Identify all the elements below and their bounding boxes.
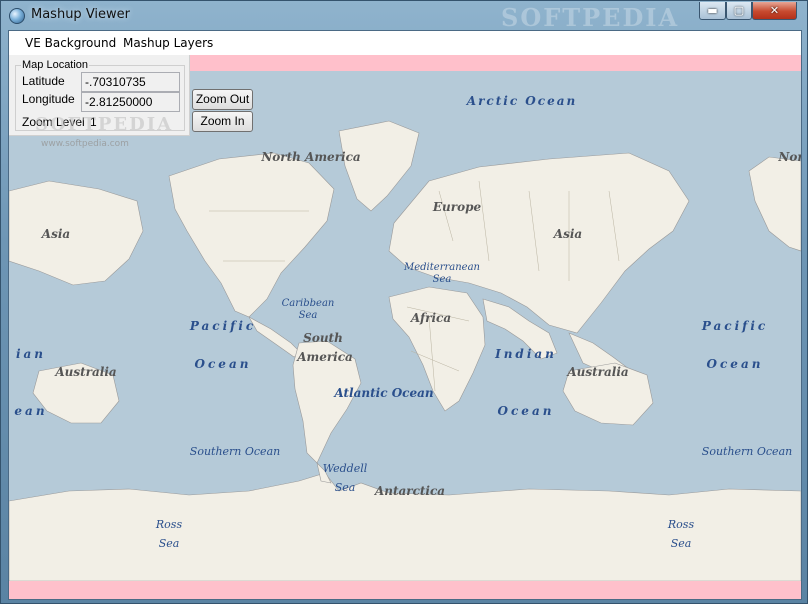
longitude-label: Longitude: [22, 92, 75, 106]
label-mediterranean-2: Sea: [433, 274, 452, 285]
window-title: Mashup Viewer: [31, 7, 131, 22]
label-asia-left: Asia: [41, 227, 70, 241]
label-ross-sea-left-2: Sea: [159, 537, 180, 550]
label-weddell-sea-1: Weddell: [323, 462, 368, 475]
label-indian-ocean-1: Indian: [494, 347, 557, 361]
longitude-field[interactable]: -2.81250000: [81, 92, 180, 112]
land-north-america: [168, 152, 335, 318]
label-indian-partial-2: ean: [14, 404, 47, 418]
label-atlantic-ocean: Atlantic Ocean: [333, 386, 433, 400]
label-ross-sea-right-1: Ross: [667, 518, 695, 531]
land-greenland: [338, 120, 420, 212]
softpedia-logo-overlay: SOFTPEDIA: [35, 114, 174, 135]
close-button[interactable]: ✕: [752, 2, 797, 20]
highlight-strip-bottom: [9, 581, 801, 599]
label-asia-right: Asia: [553, 227, 582, 241]
map-location-label: Map Location: [21, 59, 90, 71]
label-southern-ocean-left: Southern Ocean: [190, 445, 280, 458]
label-antarctica: Antarctica: [374, 484, 445, 498]
label-indian-partial-1: ian: [16, 347, 46, 361]
app-window: Mashup Viewer SOFTPEDIA ▬ ▢ ✕ VE Backgro…: [0, 0, 808, 604]
label-africa: Africa: [410, 311, 451, 325]
land-central-america: [248, 316, 302, 358]
maximize-button[interactable]: ▢: [726, 2, 752, 20]
label-caribbean-2: Sea: [299, 310, 318, 321]
label-indian-ocean-2: Ocean: [498, 404, 555, 418]
label-europe: Europe: [432, 200, 482, 214]
softpedia-watermark: SOFTPEDIA: [501, 3, 680, 32]
menu-bar: VE Background Mashup Layers: [9, 31, 801, 55]
label-pacific-right-1: Pacific: [701, 319, 768, 333]
land-asia-west-edge: [9, 180, 144, 286]
menu-mashup-layers[interactable]: Mashup Layers: [123, 36, 213, 50]
label-southern-ocean-right: Southern Ocean: [702, 445, 792, 458]
label-australia-left: Australia: [54, 365, 116, 379]
label-north-america: North America: [260, 150, 360, 164]
minimize-button[interactable]: ▬: [699, 2, 726, 20]
label-south-america-2: America: [296, 350, 353, 364]
label-pacific-right-2: Ocean: [707, 357, 764, 371]
label-mediterranean-1: Mediterranean: [403, 262, 480, 273]
globe-app-icon: [9, 8, 25, 24]
latitude-label: Latitude: [22, 74, 65, 88]
menu-ve-background[interactable]: VE Background: [25, 36, 116, 50]
label-north-america-partial: Nor: [777, 150, 801, 164]
label-ross-sea-left-1: Ross: [155, 518, 183, 531]
label-pacific-left-2: Ocean: [195, 357, 252, 371]
label-ross-sea-right-2: Sea: [671, 537, 692, 550]
title-bar[interactable]: Mashup Viewer SOFTPEDIA ▬ ▢ ✕: [1, 1, 807, 32]
label-weddell-sea-2: Sea: [335, 481, 356, 494]
zoom-out-button[interactable]: Zoom Out: [192, 89, 253, 110]
label-south-america-1: South: [303, 331, 343, 345]
softpedia-url-overlay: www.softpedia.com: [41, 139, 129, 149]
land-asia-east-edge: [748, 156, 801, 252]
label-pacific-left-1: Pacific: [189, 319, 256, 333]
latitude-field[interactable]: -.70310735: [81, 72, 180, 92]
label-arctic-ocean: Arctic Ocean: [466, 94, 577, 108]
zoom-in-button[interactable]: Zoom In: [192, 111, 253, 132]
client-area: VE Background Mashup Layers Arctic Ocean…: [8, 30, 802, 600]
label-caribbean-1: Caribbean: [282, 298, 335, 309]
label-australia-right: Australia: [566, 365, 628, 379]
